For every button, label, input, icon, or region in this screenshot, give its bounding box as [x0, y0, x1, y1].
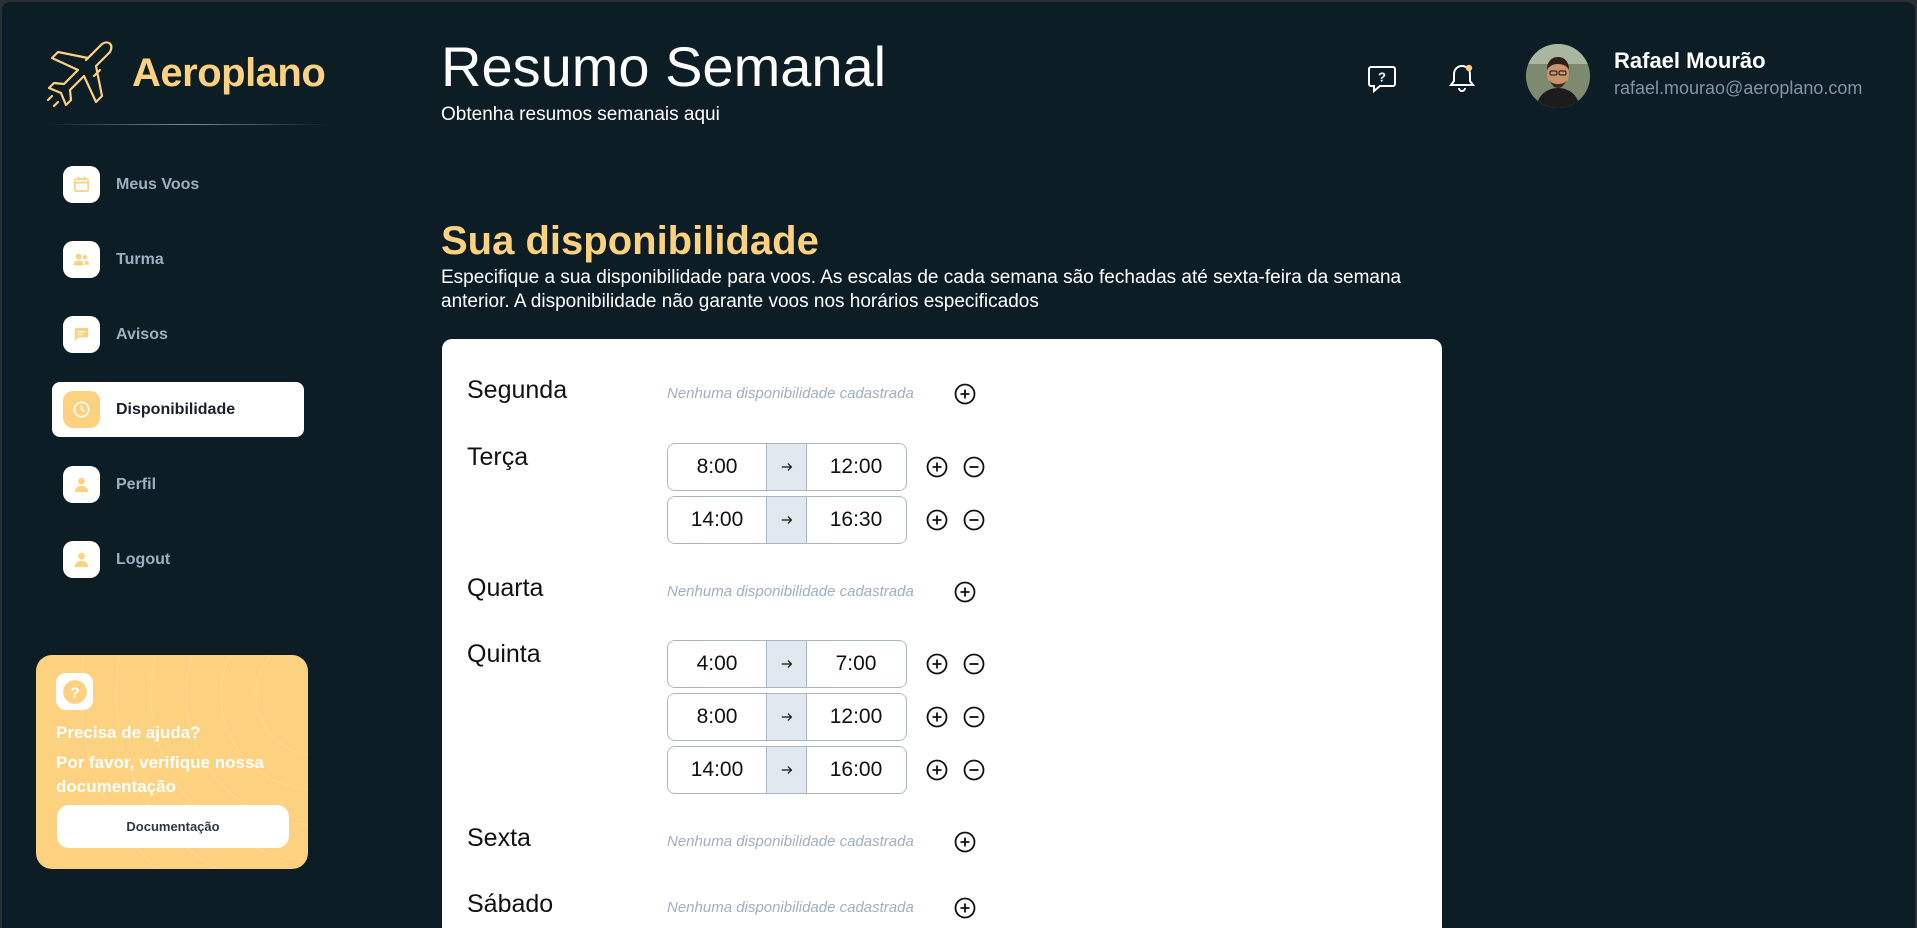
- help-chat-icon[interactable]: ?: [1366, 62, 1398, 94]
- add-slot-button[interactable]: [926, 653, 948, 675]
- brand-name: Aeroplano: [132, 50, 326, 95]
- calendar-icon: [63, 166, 100, 203]
- sidebar-item-label: Avisos: [116, 325, 168, 343]
- divider: [44, 124, 330, 125]
- day-label: Quarta: [467, 574, 544, 602]
- arrow-right-icon: [766, 641, 807, 687]
- airplane-icon: [46, 41, 113, 108]
- remove-slot-button[interactable]: [963, 706, 985, 728]
- bell-icon[interactable]: [1446, 62, 1478, 94]
- empty-availability-text: Nenhuma disponibilidade cadastrada: [667, 899, 914, 916]
- sidebar-item-label: Perfil: [116, 475, 157, 493]
- app-window: Aeroplano Meus Voos Turma Avisos Disponi…: [2, 2, 1915, 928]
- day-label: Terça: [467, 443, 529, 471]
- user-icon: [63, 541, 100, 578]
- end-time-input[interactable]: [807, 641, 905, 687]
- day-label: Quinta: [467, 640, 541, 668]
- day-label: Segunda: [467, 376, 568, 404]
- end-time-input[interactable]: [807, 444, 905, 490]
- day-label: Sábado: [467, 890, 554, 918]
- time-range: [667, 693, 907, 741]
- documentation-button[interactable]: Documentação: [57, 805, 289, 848]
- arrow-right-icon: [766, 694, 807, 740]
- sidebar-item-meus-voos[interactable]: Meus Voos: [52, 157, 304, 212]
- remove-slot-button[interactable]: [963, 653, 985, 675]
- add-slot-button[interactable]: [954, 383, 976, 405]
- add-slot-button[interactable]: [926, 759, 948, 781]
- start-time-input[interactable]: [668, 497, 766, 543]
- time-range: [667, 640, 907, 688]
- start-time-input[interactable]: [668, 694, 766, 740]
- sidebar-item-avisos[interactable]: Avisos: [52, 307, 304, 362]
- user-icon: [63, 466, 100, 503]
- sidebar-item-turma[interactable]: Turma: [52, 232, 304, 287]
- time-range: [667, 443, 907, 491]
- message-icon: [63, 316, 100, 353]
- start-time-input[interactable]: [668, 747, 766, 793]
- add-slot-button[interactable]: [954, 831, 976, 853]
- add-slot-button[interactable]: [954, 581, 976, 603]
- user-email: rafael.mourao@aeroplano.com: [1614, 78, 1863, 98]
- arrow-right-icon: [766, 497, 807, 543]
- users-icon: [63, 241, 100, 278]
- svg-text:?: ?: [70, 684, 79, 701]
- sidebar-item-perfil[interactable]: Perfil: [52, 457, 304, 512]
- end-time-input[interactable]: [807, 747, 905, 793]
- clock-icon: [63, 391, 100, 428]
- help-title: Precisa de ajuda?: [56, 723, 201, 742]
- help-card: ? Precisa de ajuda? Por favor, verifique…: [36, 655, 308, 869]
- sidebar-nav: Meus Voos Turma Avisos Disponibilidade P…: [52, 157, 304, 607]
- section-description: Especifique a sua disponibilidade para v…: [441, 267, 1402, 312]
- page-subtitle: Obtenha resumos semanais aqui: [441, 104, 720, 125]
- sidebar-item-label: Disponibilidade: [116, 400, 236, 418]
- empty-availability-text: Nenhuma disponibilidade cadastrada: [667, 385, 914, 402]
- start-time-input[interactable]: [668, 641, 766, 687]
- empty-availability-text: Nenhuma disponibilidade cadastrada: [667, 583, 914, 600]
- remove-slot-button[interactable]: [963, 509, 985, 531]
- brand-logo[interactable]: Aeroplano: [44, 36, 326, 110]
- time-range: [667, 746, 907, 794]
- svg-text:?: ?: [1378, 70, 1386, 85]
- section-title: Sua disponibilidade: [441, 219, 819, 263]
- avatar[interactable]: [1526, 44, 1590, 108]
- add-slot-button[interactable]: [926, 706, 948, 728]
- sidebar-item-label: Turma: [116, 250, 164, 268]
- time-range: [667, 496, 907, 544]
- add-slot-button[interactable]: [954, 897, 976, 919]
- help-icon: ?: [56, 673, 93, 710]
- remove-slot-button[interactable]: [963, 759, 985, 781]
- end-time-input[interactable]: [807, 694, 905, 740]
- arrow-right-icon: [766, 444, 807, 490]
- start-time-input[interactable]: [668, 444, 766, 490]
- arrow-right-icon: [766, 747, 807, 793]
- day-label: Sexta: [467, 824, 531, 852]
- add-slot-button[interactable]: [926, 456, 948, 478]
- sidebar-item-disponibilidade[interactable]: Disponibilidade: [52, 382, 304, 437]
- remove-slot-button[interactable]: [963, 456, 985, 478]
- empty-availability-text: Nenhuma disponibilidade cadastrada: [667, 833, 914, 850]
- add-slot-button[interactable]: [926, 509, 948, 531]
- page-title: Resumo Semanal: [441, 35, 887, 98]
- sidebar-item-logout[interactable]: Logout: [52, 532, 304, 587]
- user-name: Rafael Mourão: [1614, 48, 1766, 73]
- availability-card: Segunda Nenhuma disponibilidade cadastra…: [442, 339, 1442, 928]
- help-text: Por favor, verifique nossa documentação: [56, 753, 264, 796]
- sidebar-item-label: Logout: [116, 550, 171, 568]
- sidebar-item-label: Meus Voos: [116, 175, 200, 193]
- end-time-input[interactable]: [807, 497, 905, 543]
